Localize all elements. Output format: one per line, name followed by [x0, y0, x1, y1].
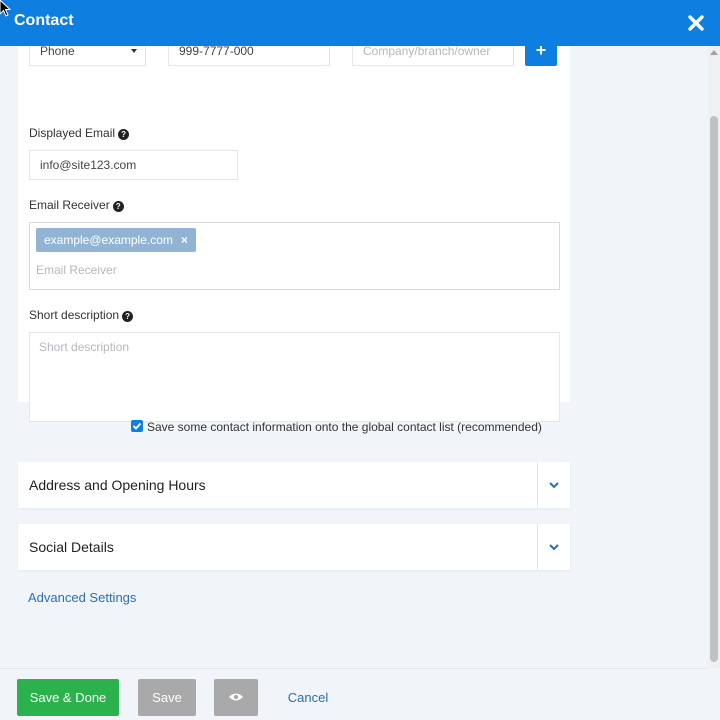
email-receiver-input[interactable]: example@example.com × Email Receiver: [29, 222, 560, 290]
chevron-down-icon[interactable]: [547, 480, 561, 490]
company-input[interactable]: Company/branch/owner: [352, 46, 514, 66]
save-global-checkbox[interactable]: [131, 420, 143, 432]
section-label: Address and Opening Hours: [29, 477, 206, 493]
short-description-placeholder: Short description: [39, 340, 130, 354]
help-icon[interactable]: ?: [112, 201, 124, 212]
divider: [537, 524, 538, 570]
help-icon[interactable]: ?: [122, 311, 134, 322]
chevron-down-icon[interactable]: [547, 542, 561, 552]
short-description-textarea[interactable]: Short description: [29, 332, 560, 422]
eye-icon: [229, 693, 243, 701]
short-description-label: Short description?: [29, 308, 134, 322]
scroll-up-icon[interactable]: [710, 50, 718, 55]
email-receiver-label: Email Receiver?: [29, 198, 124, 212]
help-icon[interactable]: ?: [118, 129, 130, 140]
dialog-header: Contact: [0, 0, 720, 46]
save-global-label: Save some contact information onto the g…: [147, 420, 542, 434]
preview-button[interactable]: [214, 679, 258, 716]
close-icon[interactable]: [686, 12, 706, 34]
remove-tag-icon[interactable]: ×: [181, 233, 188, 247]
cancel-button[interactable]: Cancel: [278, 679, 338, 716]
scrollbar-thumb[interactable]: [710, 116, 718, 662]
dialog-title: Contact: [14, 12, 74, 29]
scrollbar[interactable]: [708, 46, 720, 668]
displayed-email-input[interactable]: info@site123.com: [29, 150, 238, 180]
email-tag: example@example.com ×: [36, 228, 196, 252]
short-description-label-text: Short description: [29, 308, 120, 322]
section-address-hours[interactable]: Address and Opening Hours: [18, 462, 570, 508]
save-global-row: Save some contact information onto the g…: [131, 420, 542, 434]
dialog-body[interactable]: Phone 999-7777-000 Company/branch/owner …: [0, 46, 708, 668]
chevron-down-icon: [131, 49, 137, 53]
email-receiver-placeholder: Email Receiver: [36, 263, 117, 277]
section-social-details[interactable]: Social Details: [18, 524, 570, 570]
email-receiver-label-text: Email Receiver: [29, 198, 110, 212]
add-phone-button[interactable]: +: [525, 46, 557, 66]
phone-type-value: Phone: [40, 46, 75, 58]
contact-card: Phone 999-7777-000 Company/branch/owner …: [18, 46, 570, 422]
email-tag-text: example@example.com: [44, 233, 173, 247]
displayed-email-label: Displayed Email?: [29, 126, 130, 140]
save-and-done-button[interactable]: Save & Done: [17, 679, 119, 716]
mouse-cursor-icon: [0, 0, 12, 17]
dialog-footer: Save & Done Save Cancel: [0, 668, 708, 720]
advanced-settings-link[interactable]: Advanced Settings: [28, 590, 136, 605]
section-label: Social Details: [29, 539, 114, 555]
phone-type-select[interactable]: Phone: [29, 46, 146, 66]
divider: [537, 462, 538, 508]
save-button[interactable]: Save: [138, 679, 196, 716]
displayed-email-label-text: Displayed Email: [29, 126, 116, 140]
phone-number-input[interactable]: 999-7777-000: [168, 46, 330, 66]
